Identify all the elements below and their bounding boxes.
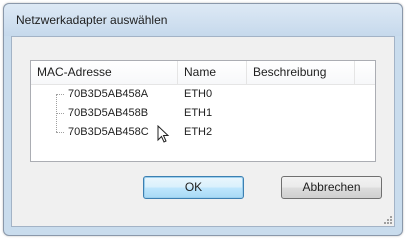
name-cell: ETH2 [184,126,213,138]
table-row[interactable]: 70B3D5AB458C ETH2 [31,124,375,141]
cancel-button[interactable]: Abbrechen [281,176,382,199]
window-title: Netzwerkadapter auswählen [16,13,168,27]
resize-grip-icon[interactable] [382,214,392,224]
mac-address-cell: 70B3D5AB458C [68,126,149,138]
table-row[interactable]: 70B3D5AB458B ETH1 [31,105,375,122]
title-bar[interactable]: Netzwerkadapter auswählen [4,4,402,36]
adapter-list[interactable]: MAC-Adresse Name Beschreibung 70B3D5AB45… [30,60,376,162]
tree-branch [56,113,64,114]
column-header-description[interactable]: Beschreibung [247,61,355,84]
list-header: MAC-Adresse Name Beschreibung [31,61,375,85]
mac-address-cell: 70B3D5AB458A [68,88,149,100]
name-cell: ETH0 [184,88,213,100]
dialog-client-area: MAC-Adresse Name Beschreibung 70B3D5AB45… [11,36,395,227]
mac-address-cell: 70B3D5AB458B [68,107,149,119]
tree-branch [56,132,64,133]
mouse-pointer-icon [157,125,170,143]
dialog-window: Netzwerkadapter auswählen MAC-Adresse Na… [3,3,403,236]
name-cell: ETH1 [184,107,213,119]
tree-branch [56,94,64,95]
column-header-name[interactable]: Name [178,61,247,84]
column-header-mac[interactable]: MAC-Adresse [31,61,178,84]
ok-button[interactable]: OK [143,176,244,199]
table-row[interactable]: 70B3D5AB458A ETH0 [31,86,375,103]
